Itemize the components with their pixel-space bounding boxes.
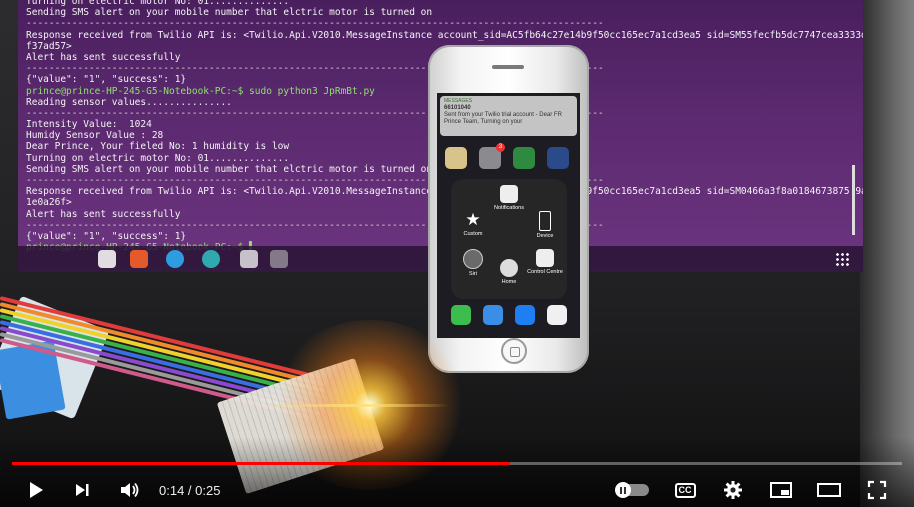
siri-label: Siri [469, 271, 477, 277]
fullscreen-icon [867, 480, 887, 500]
terminal-line: Turning on electric motor No: 01........… [26, 0, 290, 7]
theater-icon [817, 483, 841, 497]
progress-bar[interactable] [12, 462, 902, 465]
custom-item[interactable]: ★ Custom [453, 210, 493, 238]
pause-icon [615, 482, 631, 498]
notification-app-label: MESSAGES [444, 98, 473, 104]
duration: 0:25 [195, 483, 221, 498]
volume-button[interactable] [117, 478, 143, 502]
current-time: 0:14 [159, 483, 185, 498]
play-button[interactable] [24, 478, 48, 502]
lens-flare [260, 404, 450, 407]
skip-next-icon [76, 484, 89, 496]
phone-speaker [492, 65, 524, 69]
safari-icon [483, 305, 503, 325]
siri-icon [463, 249, 483, 269]
video-frame[interactable]: Turning on electric motor No: 01........… [0, 0, 914, 507]
notification-sender: 66101040 [444, 105, 471, 111]
phone-screen: MESSAGES 66101040 Sent from your Twilio … [437, 93, 580, 338]
settings-badge: 3 [496, 143, 505, 152]
captions-button[interactable]: CC [673, 478, 697, 502]
time-display: 0:14 / 0:25 [159, 483, 220, 498]
terminal-line: Sending SMS alert on your mobile number … [26, 7, 433, 19]
assistive-touch-menu: Notifications ★ Custom Device Siri Home [451, 179, 567, 299]
terminal-app-icon [270, 250, 288, 268]
device-icon [539, 211, 551, 231]
fullscreen-button[interactable] [864, 478, 890, 502]
captions-icon: CC [674, 482, 696, 498]
device-item[interactable]: Device [525, 211, 565, 239]
app-icon [547, 147, 569, 169]
device-label: Device [536, 233, 554, 239]
settings-button[interactable] [720, 478, 746, 502]
home-label: Home [501, 279, 517, 285]
theater-mode-button[interactable] [816, 478, 842, 502]
star-icon: ★ [465, 210, 481, 229]
terminal-line: ----------------------------------------… [26, 18, 604, 30]
progress-played [12, 462, 511, 465]
iphone: MESSAGES 66101040 Sent from your Twilio … [428, 45, 589, 373]
control-centre-item[interactable]: Control Centre [525, 249, 565, 275]
app-store-icon [515, 305, 535, 325]
next-button[interactable] [70, 478, 94, 502]
miniplayer-icon [770, 482, 792, 498]
custom-label: Custom [463, 231, 483, 237]
autoplay-toggle[interactable] [615, 478, 650, 502]
webcam-icon [202, 250, 220, 268]
control-centre-label: Control Centre [527, 269, 563, 275]
sms-notification: MESSAGES 66101040 Sent from your Twilio … [440, 96, 577, 136]
play-icon [30, 482, 43, 498]
control-centre-icon [536, 249, 554, 267]
siri-item[interactable]: Siri [453, 249, 493, 277]
notifications-label: Notifications [494, 205, 524, 211]
gear-icon [724, 481, 742, 499]
notification-body: Sent from your Twilio trial account - De… [444, 112, 562, 125]
home-icon [500, 259, 518, 277]
wallet-icon [445, 147, 467, 169]
settings-icon: 3 [479, 143, 505, 169]
app-icon [240, 250, 258, 268]
miniplayer-button[interactable] [768, 478, 794, 502]
files-icon [98, 250, 116, 268]
terminal-line: Response received from Twilio API is: <T… [26, 29, 863, 41]
background-edge [860, 0, 914, 507]
phone-home-button [501, 338, 527, 364]
music-icon [547, 305, 567, 325]
notifications-item[interactable]: Notifications [489, 185, 529, 211]
autoplay-track [615, 482, 649, 498]
volume-icon [121, 482, 139, 498]
help-icon [166, 250, 184, 268]
store-icon [130, 250, 148, 268]
time-separator: / [184, 483, 196, 498]
app-grid-icon [835, 252, 849, 266]
terminal-scrollbar [852, 165, 855, 235]
find-iphone-icon [513, 147, 535, 169]
messages-icon [451, 305, 471, 325]
notifications-icon [500, 185, 518, 203]
home-item[interactable]: Home [489, 259, 529, 285]
